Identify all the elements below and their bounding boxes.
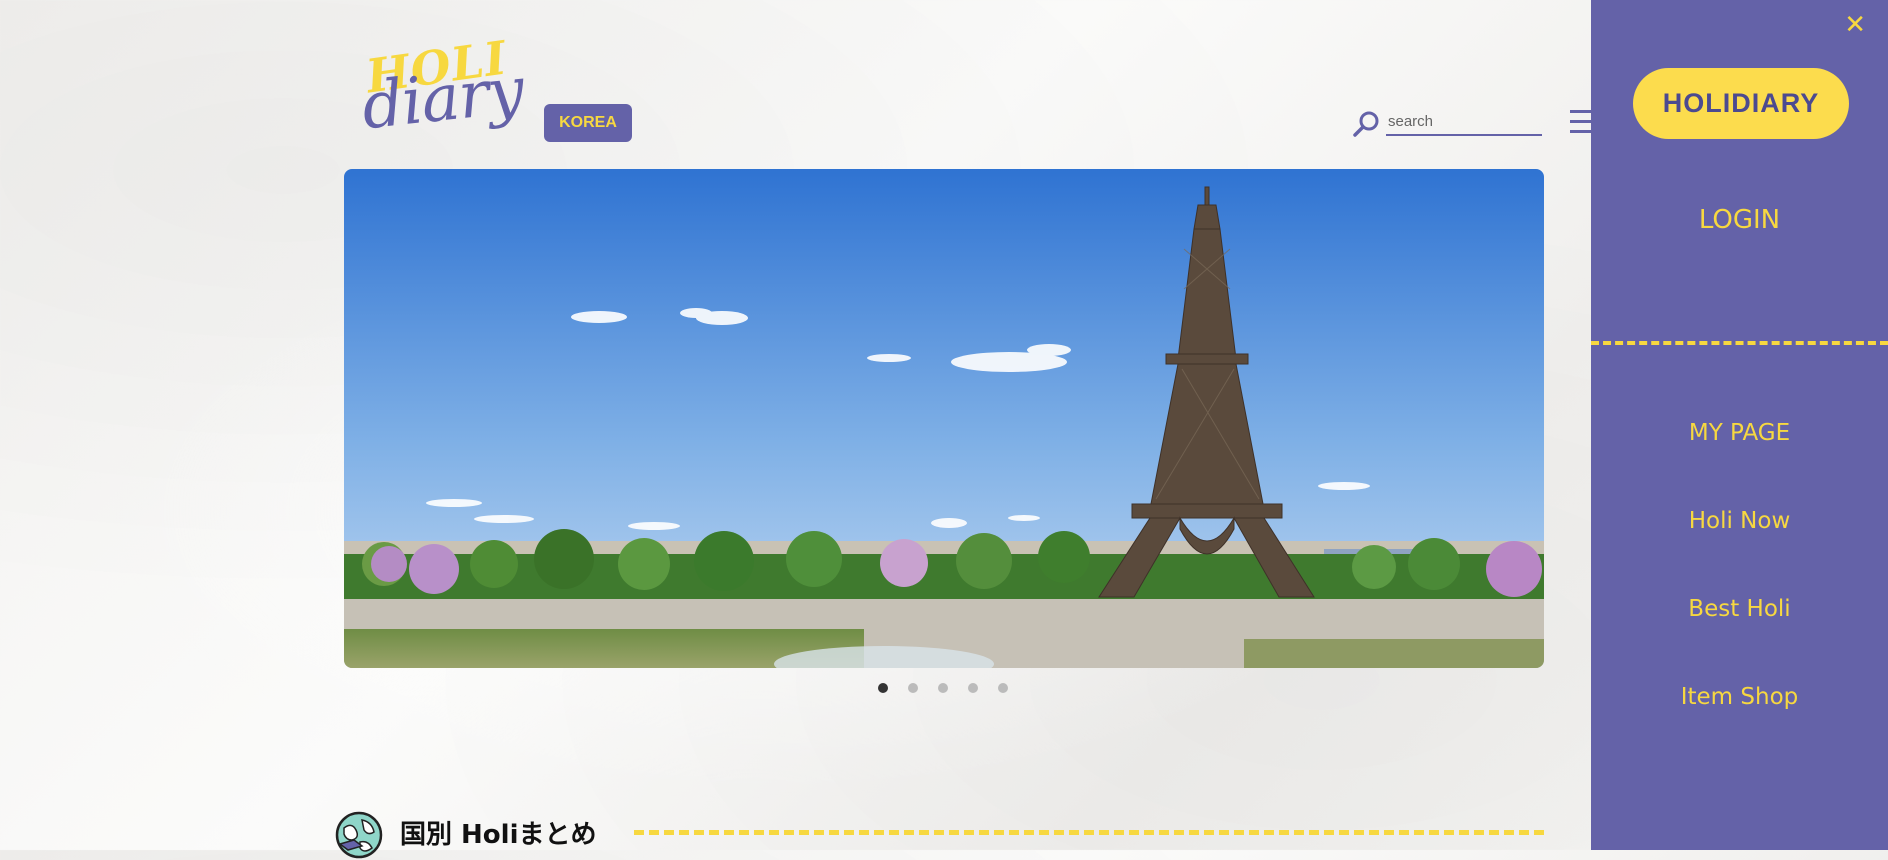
carousel-dot[interactable] xyxy=(998,683,1008,693)
country-badge[interactable]: KOREA xyxy=(544,104,632,142)
drawer-item-holi-now[interactable]: Holi Now xyxy=(1591,508,1888,534)
drawer-divider xyxy=(1591,341,1888,345)
drawer-item-my-page[interactable]: MY PAGE xyxy=(1591,420,1888,446)
hero-banner-image xyxy=(344,169,1544,668)
close-icon[interactable]: ✕ xyxy=(1844,10,1866,40)
holidiary-logo[interactable]: HOLI diary xyxy=(358,30,530,146)
side-drawer: ✕ HOLIDIARY LOGIN MY PAGE Holi Now Best … xyxy=(1591,0,1888,850)
carousel-dot[interactable] xyxy=(878,683,888,693)
drawer-brand-button[interactable]: HOLIDIARY xyxy=(1633,68,1849,139)
carousel-indicators xyxy=(878,683,1008,693)
section-header: 国別 Holiまとめ xyxy=(334,808,1544,859)
search-input[interactable] xyxy=(1386,108,1542,136)
search-bar xyxy=(1352,108,1542,138)
search-icon[interactable] xyxy=(1352,110,1380,138)
carousel-dot[interactable] xyxy=(968,683,978,693)
carousel-dot[interactable] xyxy=(938,683,948,693)
section-title: 国別 Holiまとめ xyxy=(400,820,597,850)
globe-icon xyxy=(335,811,383,859)
login-link[interactable]: LOGIN xyxy=(1591,205,1888,235)
logo-diary-text: diary xyxy=(358,53,527,145)
carousel-dot[interactable] xyxy=(908,683,918,693)
menu-icon[interactable] xyxy=(1570,110,1592,140)
drawer-item-item-shop[interactable]: Item Shop xyxy=(1591,684,1888,710)
section-divider xyxy=(634,830,1544,835)
drawer-item-best-holi[interactable]: Best Holi xyxy=(1591,596,1888,622)
